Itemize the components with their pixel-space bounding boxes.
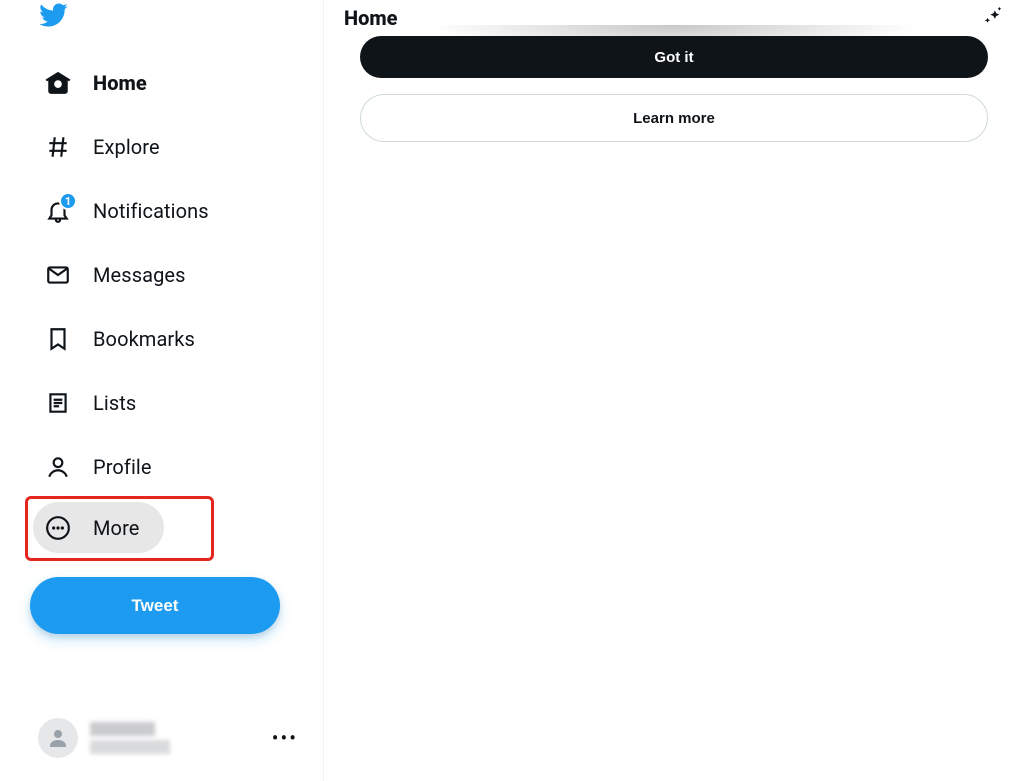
twitter-logo[interactable] [38,0,323,52]
nav-label: Notifications [93,199,209,223]
nav-label: Lists [93,391,136,415]
learn-more-button[interactable]: Learn more [360,94,988,142]
nav-explore[interactable]: Explore [33,116,172,178]
home-icon [45,70,71,96]
bird-icon [38,0,68,30]
account-name-redacted [90,722,170,754]
nav-label: Bookmarks [93,327,195,351]
nav-messages[interactable]: Messages [33,244,198,306]
nav-more[interactable]: More [33,502,164,553]
nav-list: Home Explore 1 Notifications Messages [38,52,323,561]
notification-badge: 1 [59,192,77,210]
person-icon [45,454,71,480]
nav-label: Home [93,71,147,95]
tweet-button[interactable]: Tweet [30,577,280,634]
sparkle-icon [982,5,1004,27]
person-icon [46,726,70,750]
nav-label: Messages [93,263,186,287]
nav-label: Profile [93,455,152,479]
page-title: Home [344,6,398,30]
list-icon [45,390,71,416]
nav-lists[interactable]: Lists [33,372,148,434]
nav-label: Explore [93,135,160,159]
more-circle-icon [45,515,71,541]
tutorial-highlight: More [25,496,214,561]
envelope-icon [45,262,71,288]
main-column: Home Got it Learn more [324,0,1024,781]
nav-label: More [93,516,139,540]
got-it-button[interactable]: Got it [360,36,988,78]
account-menu[interactable]: ••• [38,718,298,758]
ellipsis-icon: ••• [272,726,298,750]
nav-profile[interactable]: Profile [33,436,164,498]
prompt-buttons: Got it Learn more [360,36,988,142]
nav-notifications[interactable]: 1 Notifications [33,180,221,242]
timeline-header: Home [324,0,1024,36]
nav-bookmarks[interactable]: Bookmarks [33,308,207,370]
bell-icon: 1 [45,198,71,224]
top-tweets-button[interactable] [982,5,1004,31]
avatar [38,718,78,758]
nav-home[interactable]: Home [33,52,159,114]
hash-icon [45,134,71,160]
bookmark-icon [45,326,71,352]
sidebar: Home Explore 1 Notifications Messages [0,0,324,781]
